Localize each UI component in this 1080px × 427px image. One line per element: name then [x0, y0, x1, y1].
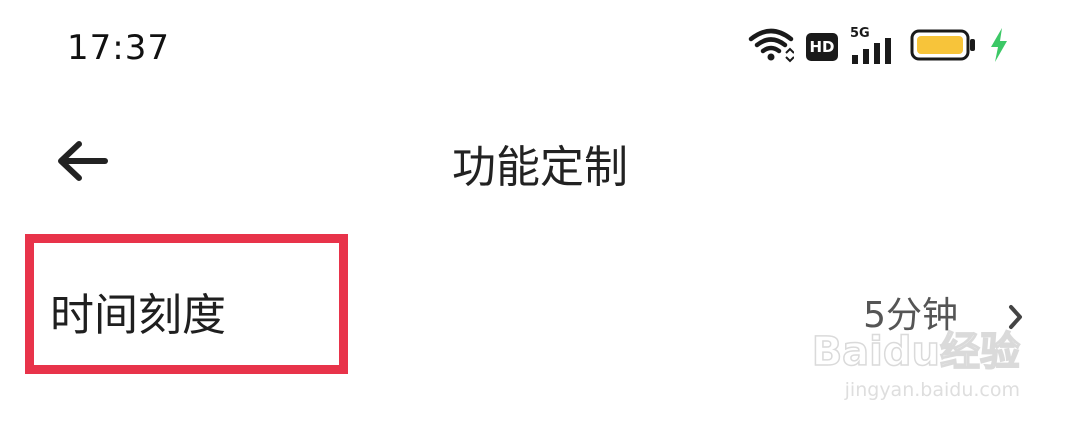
watermark: Baidu经验 jingyan.baidu.com	[800, 329, 1021, 410]
watermark-site: jingyan.baidu.com	[844, 379, 1020, 401]
nav-header: 功能定制	[0, 110, 1080, 220]
charging-icon	[988, 27, 1010, 67]
watermark-brand: Baidu经验	[811, 329, 1021, 375]
page-title: 功能定制	[452, 142, 628, 193]
setting-label: 时间刻度	[50, 290, 226, 341]
battery-icon	[910, 28, 976, 66]
status-icons: HD 5G	[748, 26, 1010, 67]
wifi-icon	[748, 27, 795, 67]
status-bar: 17:37 HD 5G	[0, 0, 1080, 100]
status-time: 17:37	[67, 28, 170, 68]
chevron-right-icon	[1006, 302, 1026, 332]
hd-icon: HD	[806, 33, 838, 61]
signal-5g-icon: 5G	[850, 26, 898, 66]
